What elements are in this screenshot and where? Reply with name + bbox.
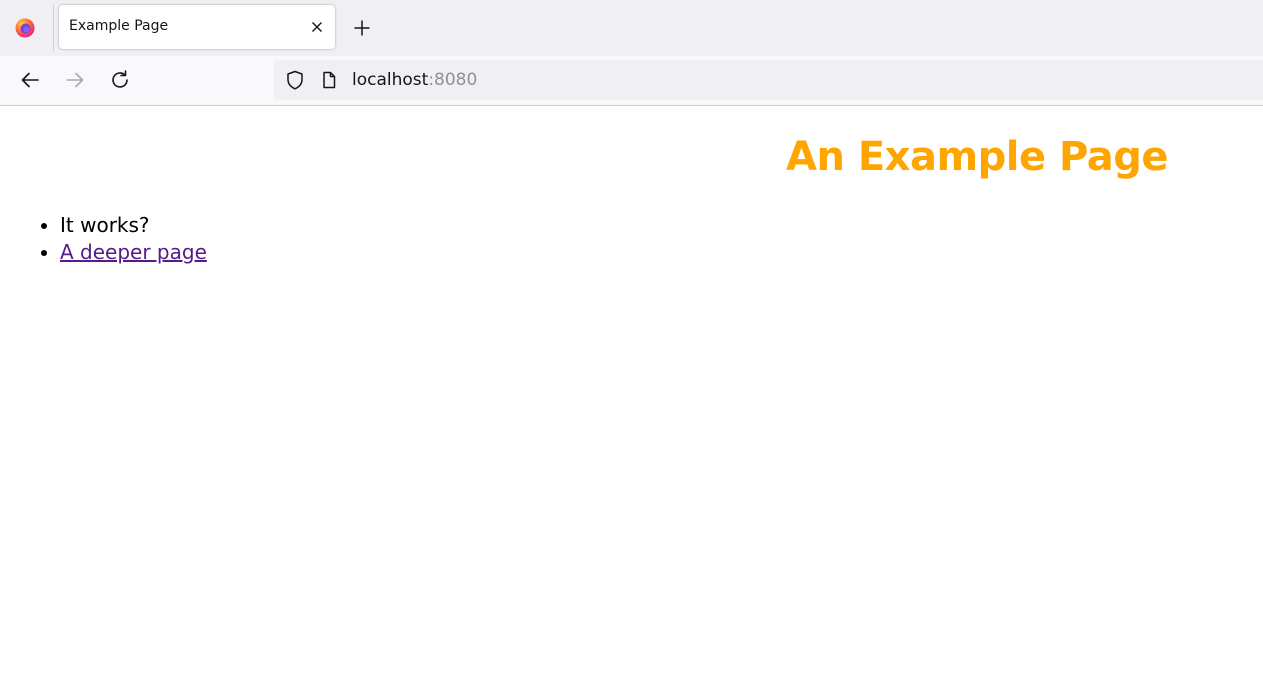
list-item-text: It works? — [60, 213, 150, 237]
page-content: An Example Page It works? A deeper page — [0, 106, 1263, 698]
url-text[interactable]: localhost:8080 — [352, 70, 477, 90]
close-icon[interactable] — [308, 18, 326, 36]
url-host: localhost — [352, 70, 429, 90]
navigation-toolbar: localhost:8080 — [0, 56, 1263, 106]
plus-icon[interactable] — [351, 17, 373, 39]
address-bar[interactable]: localhost:8080 — [274, 60, 1263, 100]
page-heading: An Example Page — [786, 134, 1169, 180]
tab-example-page[interactable]: Example Page — [59, 5, 335, 49]
tab-strip: Example Page — [0, 0, 1263, 56]
page-icon[interactable] — [319, 70, 339, 90]
forward-arrow-icon[interactable] — [63, 68, 87, 92]
url-port: :8080 — [428, 70, 478, 90]
content-list: It works? A deeper page — [0, 212, 207, 266]
browser-window: Example Page localhost:8080 An Example P… — [0, 0, 1263, 698]
list-item-deeper-page: A deeper page — [60, 239, 207, 266]
shield-icon[interactable] — [284, 69, 306, 91]
tab-title: Example Page — [69, 18, 169, 34]
tab-divider — [53, 4, 54, 52]
deeper-page-link[interactable]: A deeper page — [60, 240, 207, 264]
firefox-icon[interactable] — [14, 17, 36, 39]
list-item-it-works: It works? — [60, 212, 207, 239]
reload-icon[interactable] — [108, 68, 132, 92]
back-arrow-icon[interactable] — [18, 68, 42, 92]
